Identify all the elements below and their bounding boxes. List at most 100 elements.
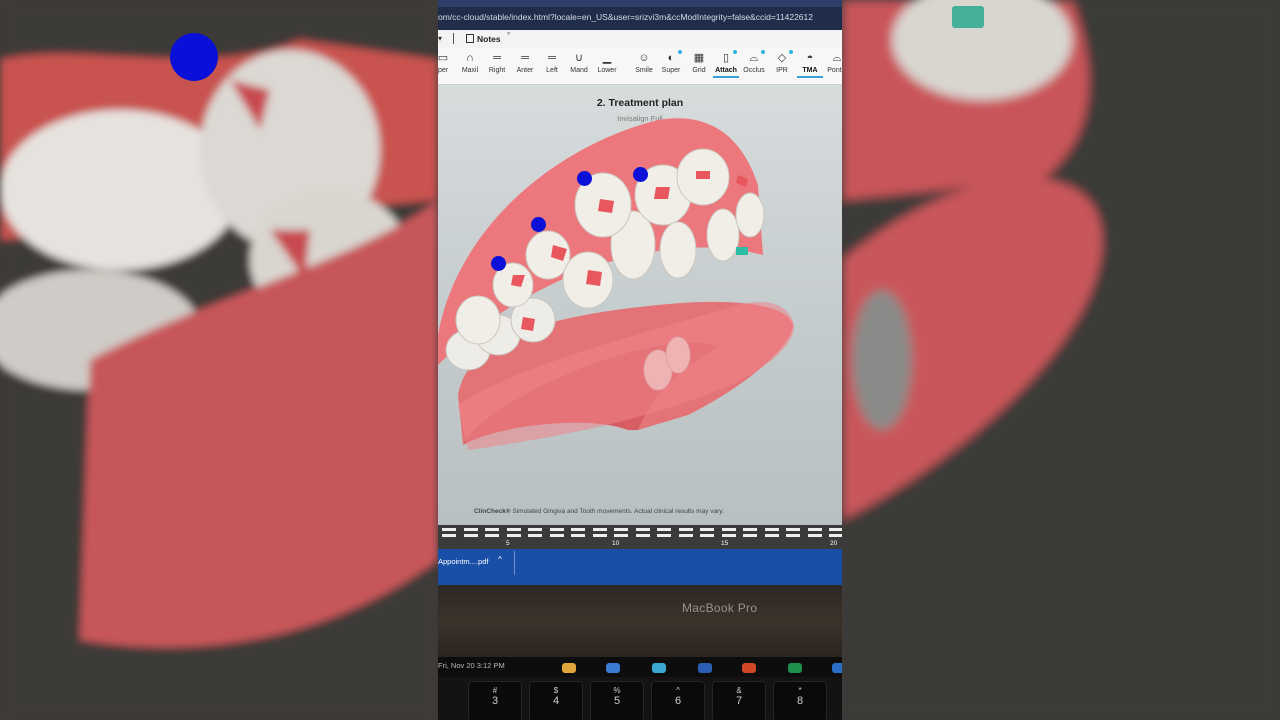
attachment-marker-dot[interactable] (491, 256, 506, 271)
toolbar-button-smile[interactable]: ☺ Smile (629, 52, 659, 74)
browser-url-bar[interactable]: om/cc-cloud/stable/index.html?locale=en_… (438, 0, 842, 30)
timeline-stage-tick[interactable] (592, 528, 607, 531)
attachment-icon: ▯ (722, 52, 730, 64)
timeline-stage-tick[interactable] (485, 528, 499, 531)
timeline-stage-tick[interactable] (442, 528, 456, 531)
download-divider (514, 551, 515, 575)
word-icon[interactable] (698, 663, 712, 673)
timeline-stage-tick[interactable] (463, 534, 478, 537)
toolbar-button-grid[interactable]: ▦ Grid (684, 52, 714, 74)
timeline-stage-tick[interactable] (657, 528, 671, 531)
timeline-stage-tick[interactable] (614, 534, 628, 537)
toolbar-button-super[interactable]: ◐ Super (656, 50, 686, 74)
toolbar-button-anter[interactable]: ═ Anter (510, 52, 540, 74)
key-symbol: # (492, 686, 498, 695)
key-6[interactable]: ^ 6 (651, 681, 705, 720)
key-8[interactable]: * 8 (773, 681, 827, 720)
timeline-stage-tick[interactable] (786, 534, 800, 537)
timeline-stage-tick[interactable] (721, 534, 736, 537)
timeline-stage-tick[interactable] (721, 528, 736, 531)
timeline-stage-tick[interactable] (635, 534, 650, 537)
powerpoint-icon[interactable] (742, 663, 756, 673)
outlook-icon[interactable] (832, 663, 842, 673)
toolbar-button-attach[interactable]: ▯ Attach (711, 50, 741, 78)
timeline-stage-tick[interactable] (549, 534, 564, 537)
timeline-stage-tick[interactable] (506, 534, 521, 537)
chevron-down-icon[interactable]: ▾ (438, 34, 442, 43)
timeline-stage-label: 10 (612, 540, 620, 547)
key-digit: 8 (796, 695, 804, 707)
timeline-stage-tick[interactable] (657, 534, 671, 537)
toolbar-button-mand[interactable]: ∪ Mand (564, 52, 594, 74)
url-text[interactable]: om/cc-cloud/stable/index.html?locale=en_… (438, 12, 813, 22)
timeline-stage-tick[interactable] (549, 528, 564, 531)
chevron-up-icon[interactable]: ^ (498, 555, 502, 564)
toolbar-label: Pontic (827, 67, 842, 74)
stage-timeline[interactable]: 5 10 15 20 (438, 525, 842, 549)
timeline-stage-tick[interactable] (829, 534, 842, 537)
key-4[interactable]: $4 (529, 681, 583, 720)
timeline-stage-tick[interactable] (614, 528, 628, 531)
notes-icon (466, 34, 474, 43)
timeline-stage-tick[interactable] (743, 534, 757, 537)
timeline-stage-tick[interactable] (807, 534, 822, 537)
toolbar-button-tma[interactable]: ◓ TMA (795, 52, 825, 78)
dental-arch-model[interactable] (438, 85, 842, 525)
timeline-stage-tick[interactable] (506, 528, 521, 531)
attachment-marker-dot[interactable] (577, 171, 592, 186)
notification-dot (789, 50, 793, 54)
timeline-stage-tick[interactable] (743, 528, 757, 531)
key-digit: 4 (552, 695, 560, 707)
timeline-stage-tick[interactable] (764, 534, 779, 537)
app-icon[interactable] (652, 663, 666, 673)
timeline-stage-tick[interactable] (571, 528, 585, 531)
notes-label: Notes (477, 34, 501, 44)
timeline-stage-tick[interactable] (786, 528, 800, 531)
timeline-stage-tick[interactable] (528, 534, 542, 537)
toolbar-button-occlus[interactable]: ⌓ Occlus (739, 50, 769, 74)
notes-tab[interactable]: Notes (466, 34, 501, 44)
timeline-stage-tick[interactable] (700, 528, 714, 531)
excel-icon[interactable] (788, 663, 802, 673)
toolbar-label: Maxil (461, 67, 479, 74)
timeline-stage-tick[interactable] (528, 528, 542, 531)
key-3[interactable]: #3 (468, 681, 522, 720)
download-bar: Appointm....pdf ^ (438, 549, 842, 585)
attachment-marker-dot[interactable] (633, 167, 648, 182)
timeline-stage-tick[interactable] (463, 528, 478, 531)
attachment-marker-dot (170, 33, 218, 81)
timeline-stage-label: 15 (721, 540, 729, 547)
timeline-stage-tick[interactable] (807, 528, 822, 531)
laptop-brand-label: MacBook Pro (682, 601, 758, 615)
toolbar-button-left[interactable]: ═ Left (537, 52, 567, 74)
toolbar-label: Mand (570, 67, 588, 74)
toolbar-button-lower[interactable]: ▁ Lower (592, 52, 622, 74)
timeline-stage-label: 20 (830, 540, 838, 547)
chrome-icon[interactable] (562, 663, 576, 673)
timeline-stage-tick[interactable] (571, 534, 585, 537)
attachment-marker-dot[interactable] (531, 217, 546, 232)
toolbar-button-maxil[interactable]: ∩ Maxil (455, 52, 485, 74)
3d-viewport[interactable]: 2. Treatment plan Invisalign Full ClinCh… (438, 85, 842, 525)
timeline-stage-tick[interactable] (764, 528, 779, 531)
toolbar-label: Lower (597, 67, 617, 74)
toolbar-label: Right (488, 67, 506, 74)
timeline-stage-tick[interactable] (635, 528, 650, 531)
toolbar-button-pontic[interactable]: ⌓ Pontic (822, 52, 842, 74)
download-item-pdf[interactable]: Appointm....pdf (438, 557, 488, 566)
toolbar-label: Left (546, 67, 558, 74)
timeline-stage-tick[interactable] (829, 528, 842, 531)
key-digit: 6 (674, 695, 682, 707)
finder-icon[interactable] (606, 663, 620, 673)
toolbar-button-right[interactable]: ═ Right (482, 52, 512, 74)
upper-icon: ▭ (438, 52, 449, 64)
key-5[interactable]: % 5 (590, 681, 644, 720)
timeline-stage-tick[interactable] (485, 534, 499, 537)
key-7[interactable]: & 7 (712, 681, 766, 720)
timeline-stage-tick[interactable] (700, 534, 714, 537)
timeline-stage-tick[interactable] (678, 528, 693, 531)
timeline-stage-tick[interactable] (442, 534, 456, 537)
timeline-stage-tick[interactable] (592, 534, 607, 537)
timeline-stage-tick[interactable] (678, 534, 693, 537)
toolbar-button-ipr[interactable]: ◇ IPR (767, 50, 797, 74)
